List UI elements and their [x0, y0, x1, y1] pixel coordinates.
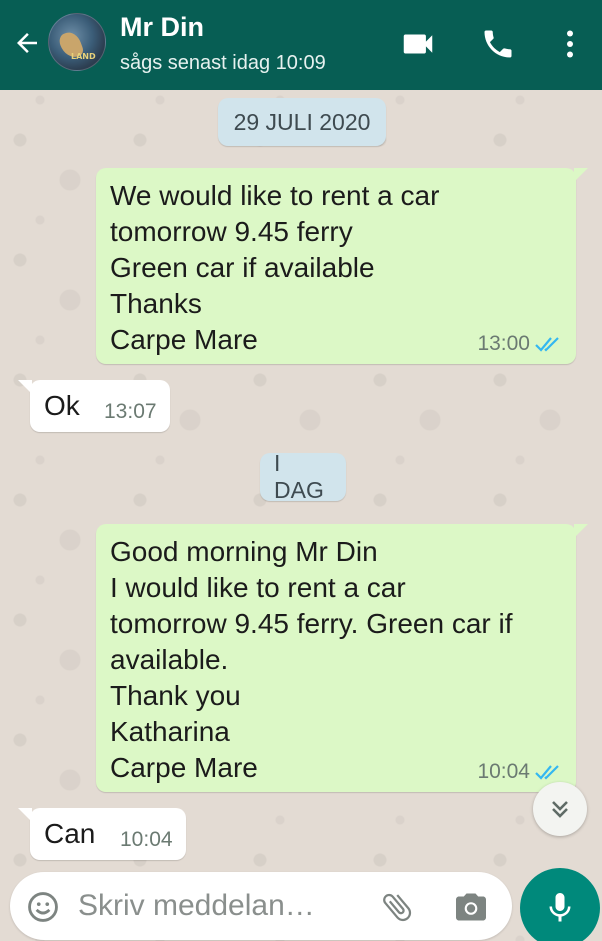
videocam-icon: [403, 34, 433, 54]
message-text: Good morning Mr Din I would like to rent…: [110, 536, 513, 783]
chat-header: LAND Mr Din sågs senast idag 10:09: [0, 0, 602, 90]
message-time: 13:00: [477, 332, 530, 355]
date-separator: 29 JULI 2020: [218, 98, 386, 146]
date-separator: I DAG: [260, 450, 346, 503]
contact-name[interactable]: Mr Din: [120, 12, 204, 43]
mic-icon: [549, 893, 571, 922]
message-time: 13:07: [104, 400, 157, 423]
voice-call-button[interactable]: [478, 24, 518, 64]
last-seen-status: sågs senast idag 10:09: [120, 52, 326, 74]
emoji-icon: [28, 892, 58, 922]
scroll-to-bottom-button[interactable]: [533, 782, 587, 836]
emoji-button[interactable]: [24, 888, 62, 926]
video-call-button[interactable]: [398, 24, 438, 64]
back-button[interactable]: [10, 26, 44, 60]
message-text: We would like to rent a car tomorrow 9.4…: [110, 180, 440, 355]
message-time: 10:04: [120, 828, 173, 851]
more-vert-icon: [567, 30, 573, 58]
double-check-read-icon: [535, 337, 559, 352]
paperclip-icon: [383, 893, 412, 922]
message-composer: [10, 872, 512, 940]
message-time: 10:04: [477, 760, 530, 783]
message-text: Can: [44, 818, 96, 849]
double-check-read-icon: [535, 765, 559, 780]
attach-button[interactable]: [378, 888, 416, 926]
more-options-button[interactable]: [550, 24, 590, 64]
avatar[interactable]: LAND: [48, 13, 106, 71]
message-input[interactable]: [78, 882, 368, 930]
camera-icon: [456, 893, 486, 921]
avatar-text: LAND: [71, 52, 96, 61]
incoming-message[interactable]: Can 10:04: [18, 808, 186, 860]
arrow-back-icon: [17, 33, 37, 53]
outgoing-message[interactable]: We would like to rent a car tomorrow 9.4…: [96, 168, 588, 364]
phone-icon: [484, 30, 512, 58]
outgoing-message[interactable]: Good morning Mr Din I would like to rent…: [96, 524, 588, 792]
message-text: Ok: [44, 390, 80, 421]
camera-button[interactable]: [452, 888, 490, 926]
voice-record-button[interactable]: [520, 868, 600, 941]
incoming-message[interactable]: Ok 13:07: [18, 380, 170, 432]
double-chevron-down-icon: [552, 801, 568, 818]
